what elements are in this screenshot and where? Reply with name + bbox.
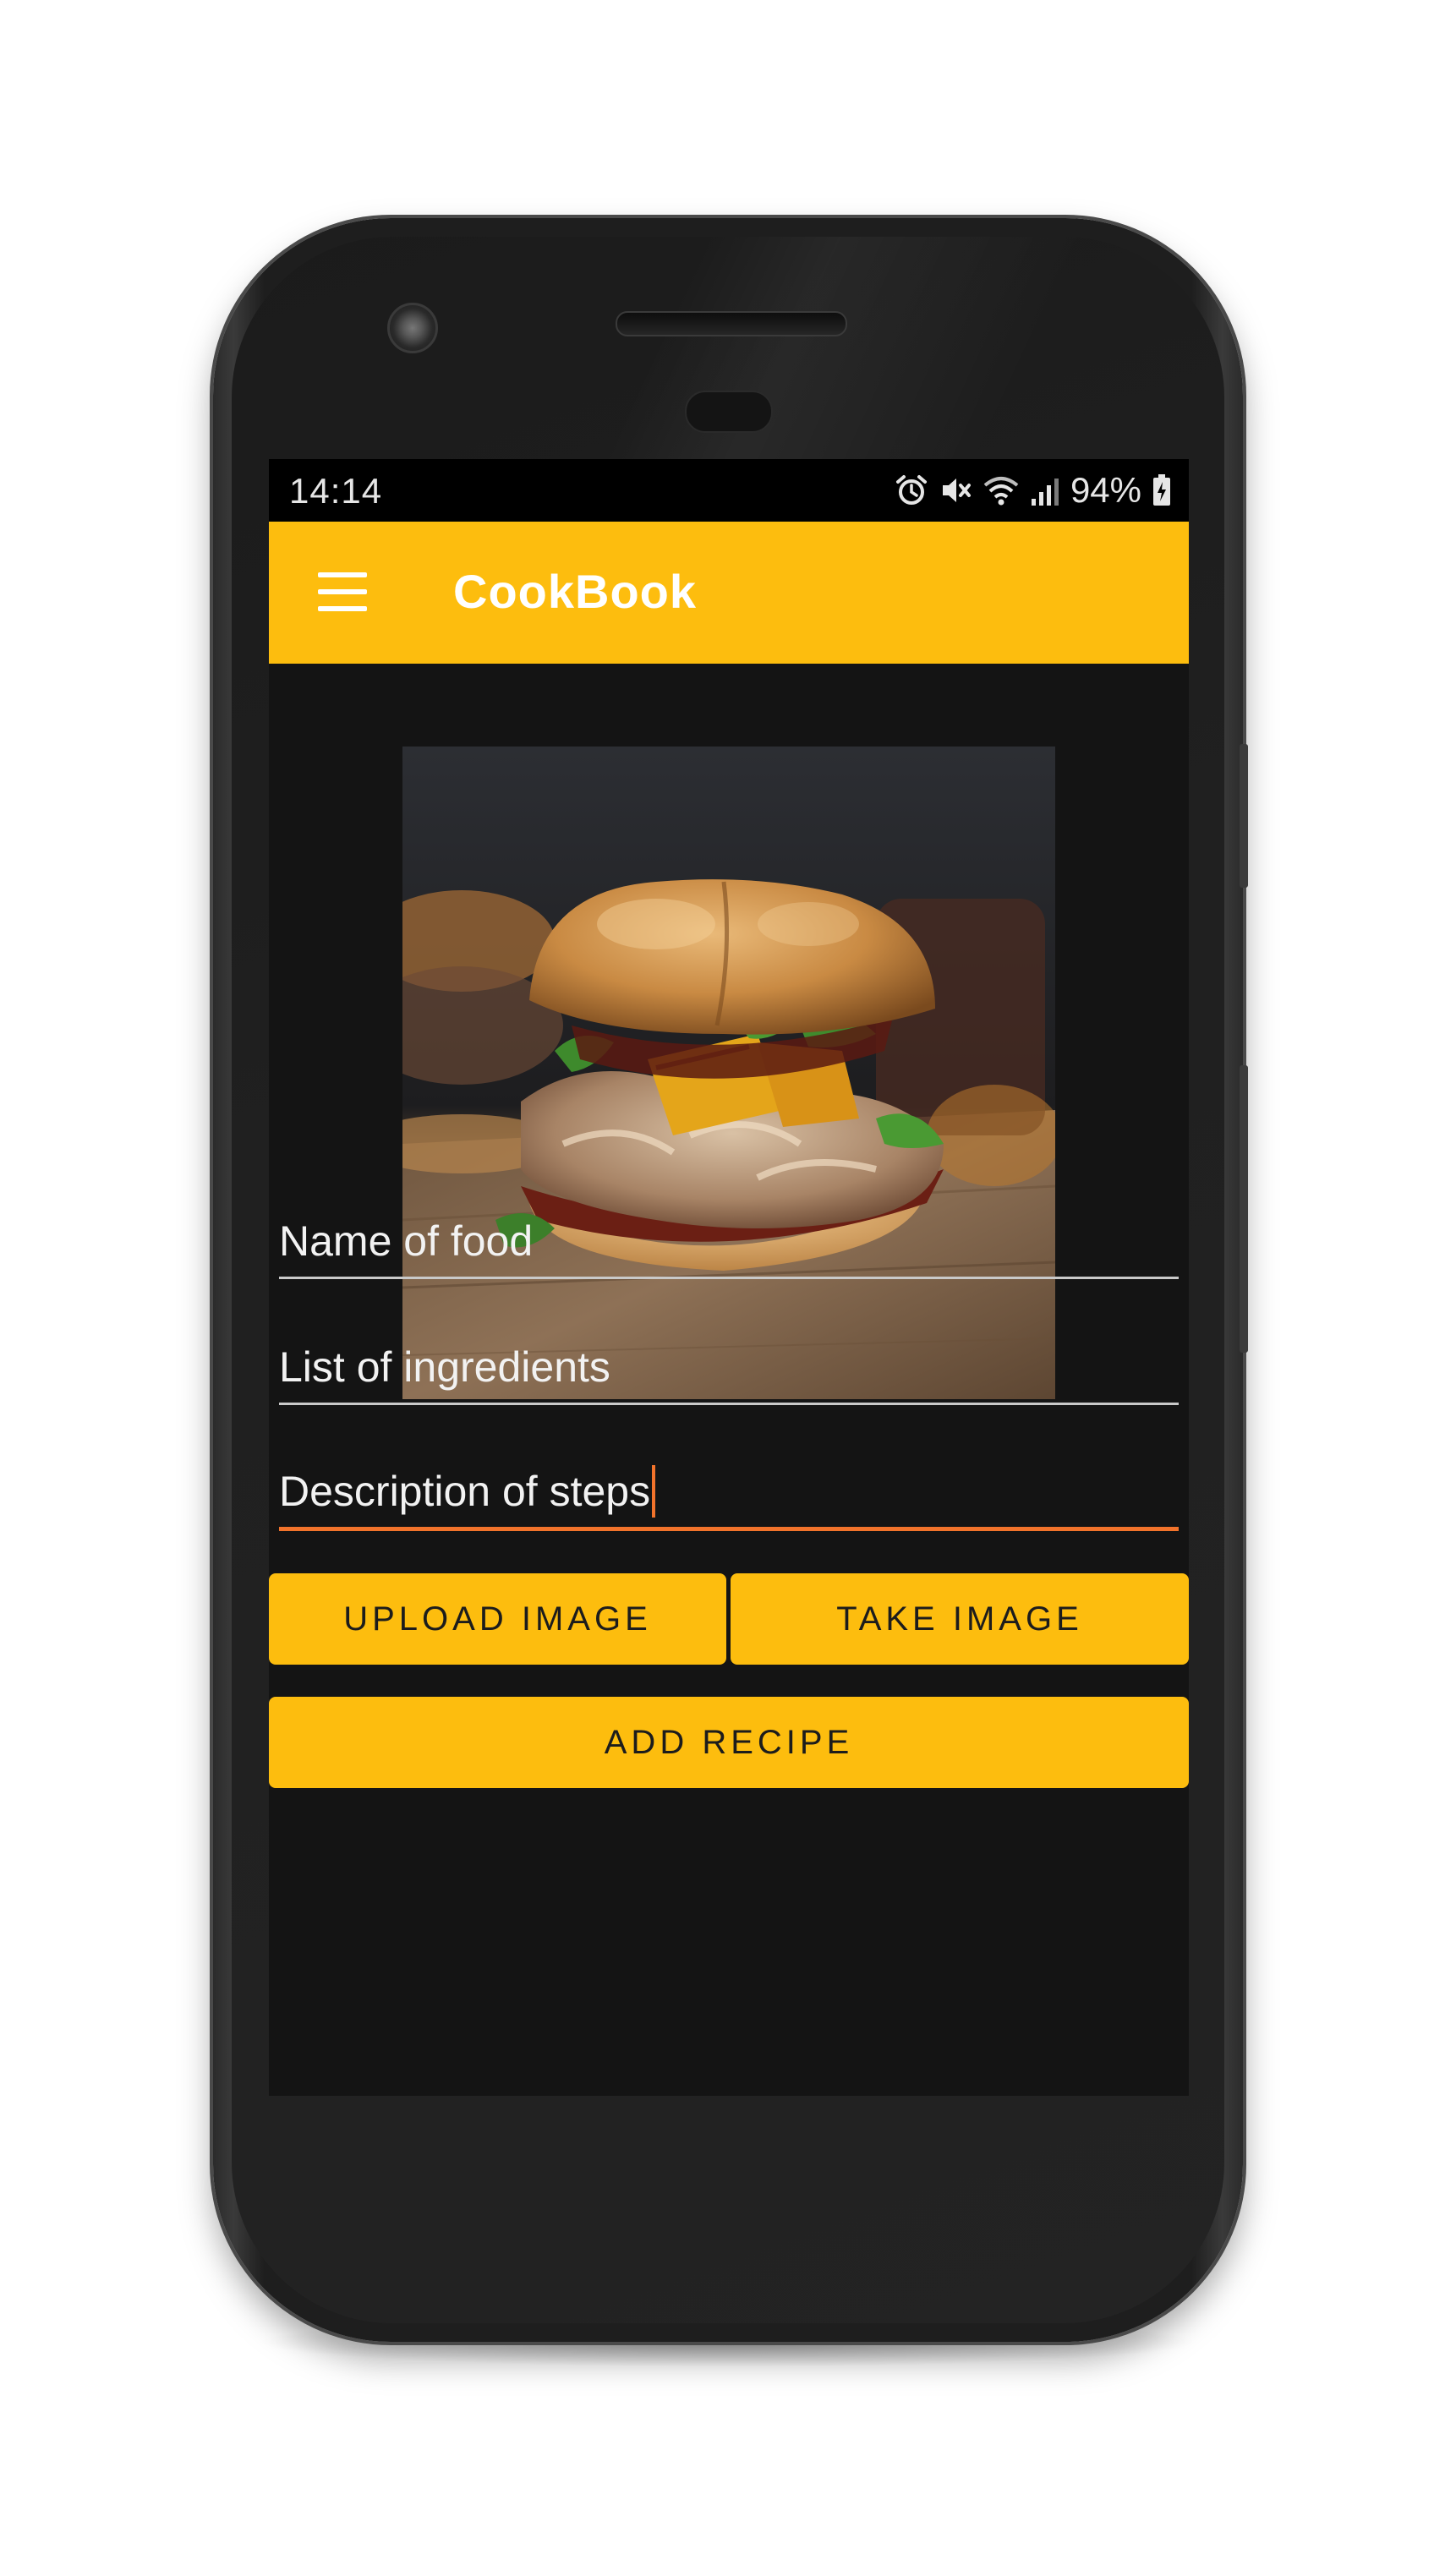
wifi-icon: [983, 477, 1019, 506]
food-name-field[interactable]: Name of food: [279, 1203, 1179, 1279]
steps-placeholder: Description of steps: [279, 1468, 651, 1515]
text-cursor: [652, 1465, 656, 1518]
add-recipe-button[interactable]: ADD RECIPE: [269, 1697, 1189, 1788]
battery-percent: 94%: [1070, 470, 1141, 510]
status-time: 14:14: [289, 471, 383, 511]
ingredients-field[interactable]: List of ingredients: [279, 1329, 1179, 1405]
hamburger-menu-icon[interactable]: [318, 572, 367, 611]
earpiece-speaker: [616, 311, 847, 336]
battery-icon: [1153, 474, 1170, 506]
food-image: [402, 747, 1055, 1399]
take-image-button[interactable]: TAKE IMAGE: [731, 1573, 1189, 1665]
steps-text: Description of steps: [279, 1465, 656, 1518]
upload-image-button[interactable]: UPLOAD IMAGE: [269, 1573, 726, 1665]
mute-icon: [942, 479, 971, 502]
food-name-placeholder: Name of food: [279, 1217, 534, 1265]
power-button: [1240, 744, 1248, 888]
steps-underline: [279, 1527, 1179, 1531]
status-bar: 14:14 94%: [269, 459, 1189, 522]
food-name-underline: [279, 1277, 1179, 1279]
pulled-pork-sandwich-photo: [402, 747, 1055, 1399]
app-title: CookBook: [453, 565, 697, 618]
app-bar: CookBook: [269, 522, 1189, 664]
ingredients-placeholder: List of ingredients: [279, 1343, 610, 1391]
signal-icon: [1031, 479, 1059, 506]
status-icons: 94%: [895, 468, 1172, 513]
ingredients-underline: [279, 1403, 1179, 1405]
proximity-sensor: [685, 391, 773, 433]
alarm-icon: [895, 475, 927, 505]
phone-screen: 14:14 94% CookBook Name of food List of …: [269, 459, 1189, 2096]
volume-button: [1240, 1065, 1248, 1353]
steps-field[interactable]: Description of steps: [279, 1455, 1179, 1531]
front-camera: [387, 303, 438, 353]
